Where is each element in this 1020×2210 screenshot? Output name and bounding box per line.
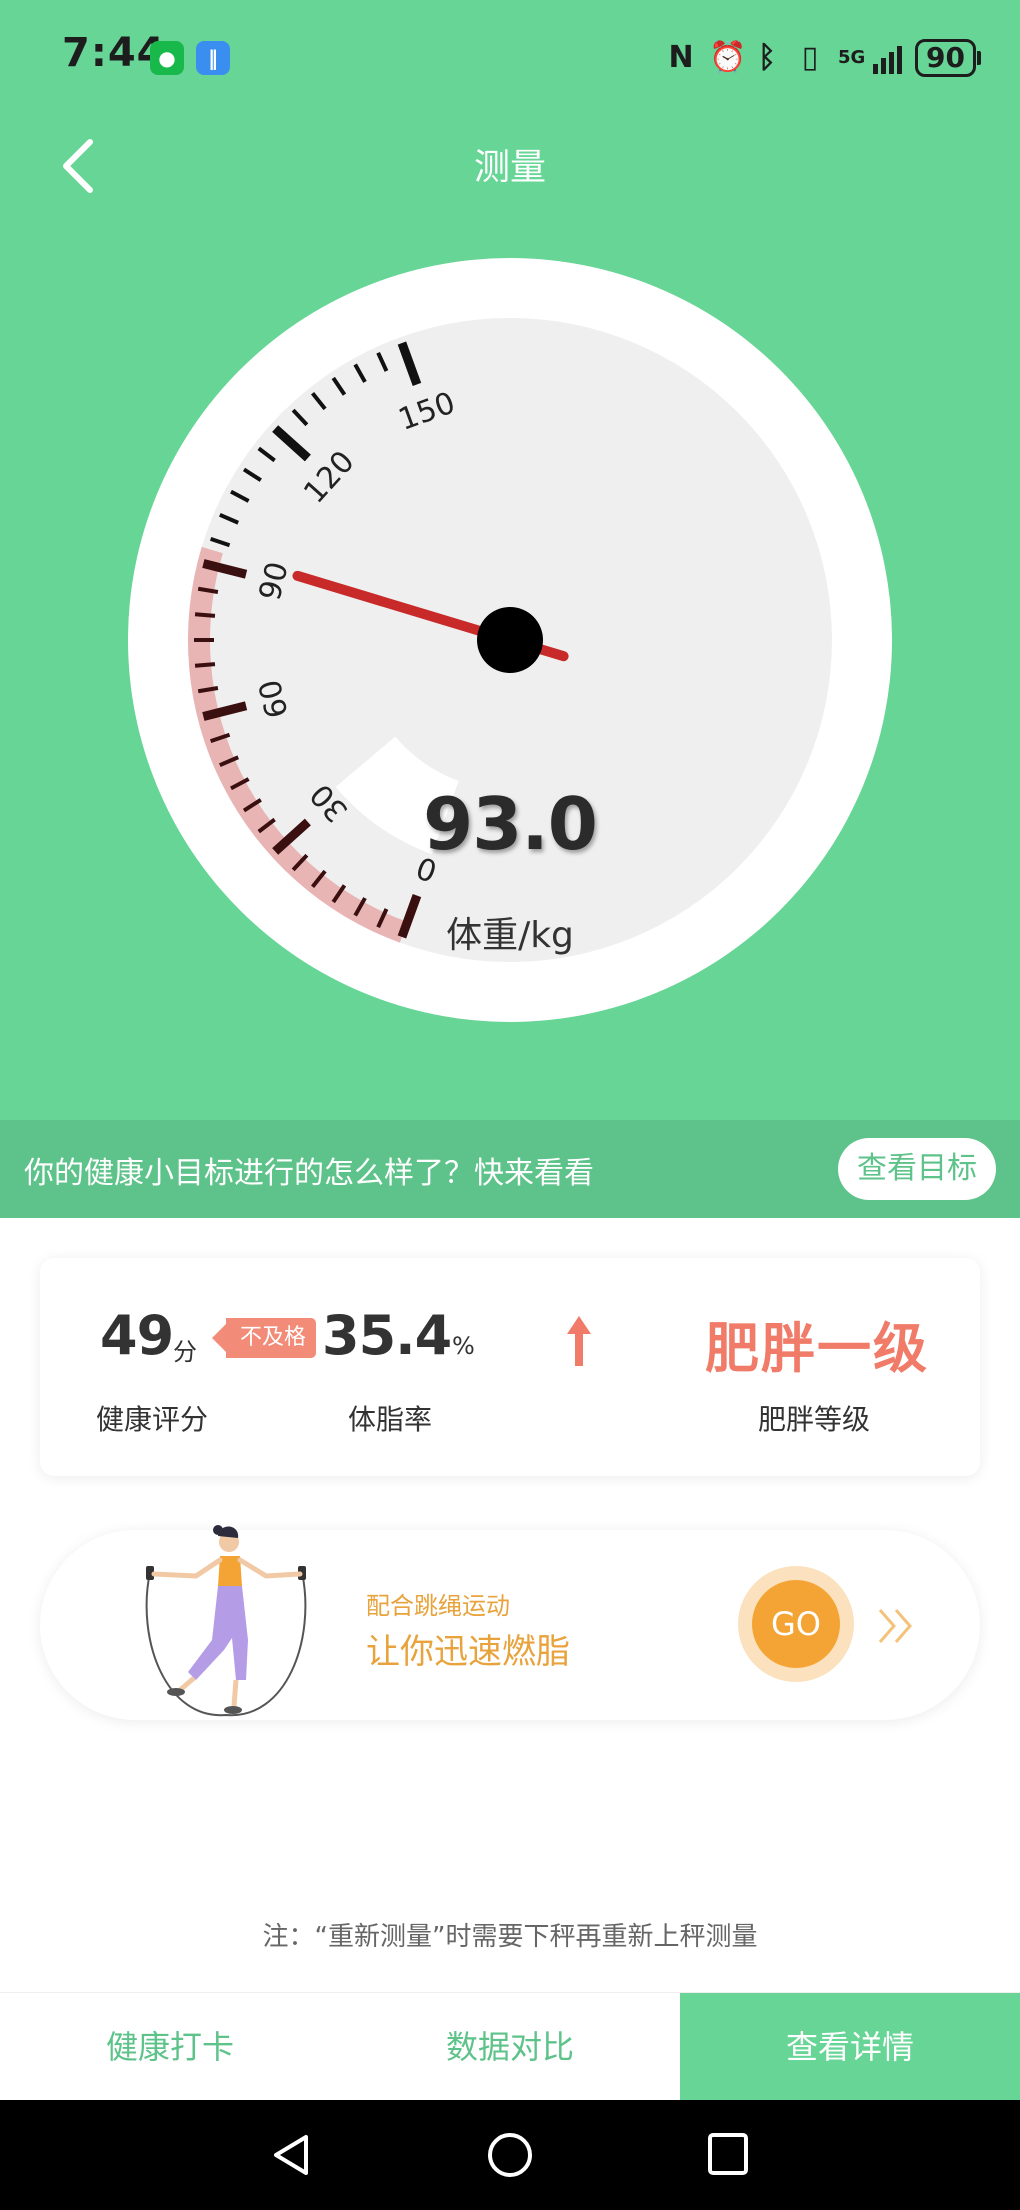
go-button-label: GO [752,1580,840,1668]
vibrate-icon: ▯ [801,40,819,75]
health-score-label: 健康评分 [96,1403,209,1436]
health-score-stat[interactable]: 49 分 不及格 健康评分 [40,1258,360,1476]
jump-rope-subtitle: 配合跳绳运动 [366,1592,510,1620]
jump-rope-title: 让你迅速燃脂 [366,1632,570,1672]
nav-recents-icon[interactable] [706,2133,750,2177]
weight-value: 93.0 [423,782,598,866]
health-score-unit: 分 [173,1338,197,1366]
status-bar: 7:44 ● ‖ N ⏰ ᛒ ▯ 5G 90 [0,0,1020,112]
body-fat-value: 35.4 [322,1304,452,1367]
wechat-notification-icon: ● [150,41,184,75]
body-fat-stat[interactable]: 35.4 % 体脂率 [322,1258,660,1476]
obesity-level-value[interactable]: 肥胖一级 [705,1304,929,1383]
health-checkin-button[interactable]: 健康打卡 [0,1993,340,2101]
health-score-value: 49 [100,1304,174,1367]
status-icons: N ⏰ ᛒ ▯ 5G 90 [666,38,981,78]
jump-rope-card[interactable]: 配合跳绳运动 让你迅速燃脂 GO [40,1525,980,1720]
page-title: 测量 [473,147,546,188]
double-chevron-right-icon [878,1609,912,1643]
gauge-minor-tick [194,612,216,618]
remeasure-note: 注：“重新测量”时需要下秤再重新上秤测量 [262,1922,758,1952]
gauge-hub [477,607,543,673]
body-fat-label: 体脂率 [348,1403,433,1436]
jump-rope-illustration [145,1525,307,1717]
fail-badge: 不及格 [211,1318,317,1358]
data-compare-button[interactable]: 数据对比 [340,1993,680,2101]
network-type-icon: 5G [838,47,866,68]
goal-banner-text: 你的健康小目标进行的怎么样了？快来看看 [24,1156,594,1191]
battery-icon: 90 [915,39,981,77]
obesity-level-label: 肥胖等级 [758,1403,871,1436]
bottom-action-bar: 健康打卡 数据对比 查看详情 [0,1992,1020,2101]
nav-back-icon[interactable] [270,2133,314,2177]
view-goal-button[interactable]: 查看目标 [838,1138,996,1200]
bluetooth-icon: ᛒ [758,40,777,75]
signal-icon [873,42,903,74]
stats-card: 49 分 不及格 健康评分 35.4 % 体脂率 肥胖一级 肥胖等级 [40,1258,980,1476]
alarm-icon: ⏰ [709,40,747,75]
arrow-up-icon [567,1316,591,1366]
weight-unit-label: 体重/kg [446,915,574,956]
body-fat-unit: % [452,1332,475,1360]
app-notification-icon: ‖ [196,41,230,75]
system-nav-bar [0,2100,1020,2210]
goal-banner[interactable]: 你的健康小目标进行的怎么样了？快来看看 查看目标 [0,1120,1020,1218]
nfc-icon: N [668,40,694,75]
go-button[interactable]: GO [738,1566,854,1682]
view-details-button[interactable]: 查看详情 [680,1993,1020,2101]
nav-home-icon[interactable] [486,2133,534,2181]
gauge-minor-tick [194,662,216,668]
